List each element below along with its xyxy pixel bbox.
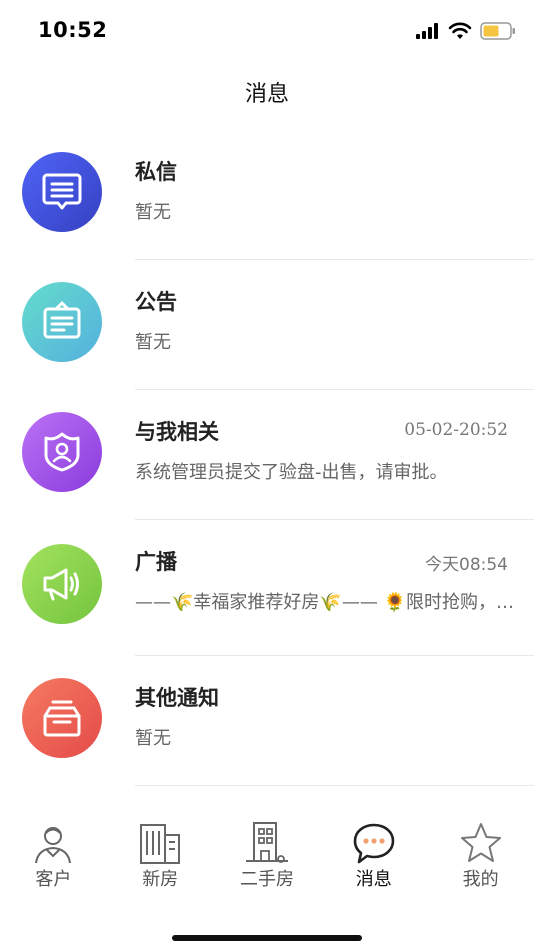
tab-label: 二手房: [239, 869, 294, 890]
message-subtitle: 暂无: [135, 728, 171, 749]
wifi-icon: [448, 22, 472, 39]
message-item-announcement[interactable]: 公告 暂无: [0, 260, 534, 390]
message-subtitle: 暂无: [135, 202, 171, 223]
message-title: 其他通知: [135, 686, 219, 710]
private-message-avatar: [22, 152, 102, 232]
second-hand-house-icon: [245, 822, 288, 863]
user-shield-icon: [44, 432, 80, 472]
message-item-private[interactable]: 私信 暂无: [0, 130, 534, 260]
message-item-broadcast[interactable]: 广播 ——🌾幸福家推荐好房🌾—— 🌻限时抢购，错过不再🌻 今天08:54: [0, 520, 534, 656]
message-subtitle: ——🌾幸福家推荐好房🌾—— 🌻限时抢购，错过不再🌻: [135, 592, 520, 613]
status-bar: 10:52: [0, 0, 534, 60]
home-indicator: [172, 935, 362, 941]
tab-mine[interactable]: 我的: [427, 815, 534, 895]
tab-message[interactable]: 消息: [320, 815, 427, 895]
tab-label: 新房: [142, 869, 179, 890]
message-time: 05-02-20:52: [404, 420, 508, 440]
megaphone-icon: [43, 568, 79, 601]
message-time: 今天08:54: [425, 555, 508, 575]
message-item-other[interactable]: 其他通知 暂无: [0, 656, 534, 786]
tab-bar: 客户 新房 二手房 消息 我的: [0, 815, 534, 895]
tab-second-hand-house[interactable]: 二手房: [214, 815, 321, 895]
tab-new-house[interactable]: 新房: [107, 815, 214, 895]
new-house-icon: [140, 824, 181, 864]
message-list: 私信 暂无 公告 暂无 与我相关 系统管理员提交了验盘-出售，请审批。 05-0…: [0, 130, 534, 786]
status-icons: [416, 20, 516, 42]
message-title: 私信: [135, 160, 177, 184]
inbox-tray-icon: [43, 700, 81, 737]
related-avatar: [22, 412, 102, 492]
tab-label: 我的: [462, 869, 499, 890]
notice-board-icon: [43, 301, 81, 339]
divider: [135, 785, 534, 786]
chat-bubble-icon: [42, 173, 82, 210]
battery-icon: [480, 22, 515, 40]
broadcast-avatar: [22, 544, 102, 624]
tab-customer[interactable]: 客户: [0, 815, 107, 895]
message-bubble-icon: [353, 823, 395, 864]
tab-label: 客户: [35, 869, 72, 890]
message-item-related[interactable]: 与我相关 系统管理员提交了验盘-出售，请审批。 05-02-20:52: [0, 390, 534, 520]
tab-label: 消息: [355, 869, 392, 890]
customer-icon: [35, 827, 72, 864]
announcement-avatar: [22, 282, 102, 362]
message-subtitle: 暂无: [135, 332, 171, 353]
message-title: 广播: [135, 550, 177, 574]
message-subtitle: 系统管理员提交了验盘-出售，请审批。: [135, 462, 448, 483]
message-title: 与我相关: [135, 420, 219, 444]
message-title: 公告: [135, 290, 177, 314]
status-time: 10:52: [38, 18, 108, 42]
page-title: 消息: [244, 82, 289, 107]
star-icon: [460, 823, 501, 862]
other-notice-avatar: [22, 678, 102, 758]
signal-icon: [416, 23, 438, 39]
